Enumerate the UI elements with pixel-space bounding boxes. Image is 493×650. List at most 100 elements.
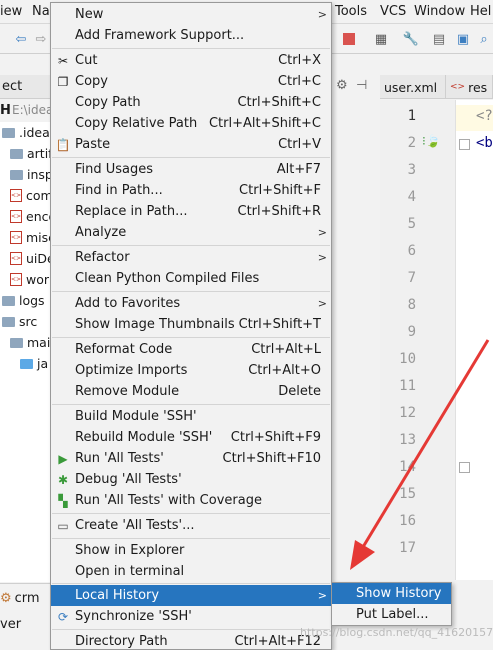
menu-item-find-in-path[interactable]: Find in Path... Ctrl+Shift+F	[51, 180, 331, 201]
search-icon[interactable]: ⌕	[475, 30, 493, 48]
menu-item-directory-path[interactable]: Directory Path Ctrl+Alt+F12	[51, 631, 331, 650]
line-number: 1	[407, 108, 416, 124]
menu-item-replace-in-path[interactable]: Replace in Path... Ctrl+Shift+R	[51, 201, 331, 222]
submenu-arrow-icon: >	[317, 251, 327, 264]
project-root[interactable]: H E:\idea	[0, 100, 53, 122]
menu-item-paste[interactable]: 📋 Paste Ctrl+V	[51, 134, 331, 155]
arrow-head	[350, 540, 375, 570]
line-number: 15	[399, 486, 416, 502]
menu-help[interactable]: Hel	[470, 4, 491, 19]
sync-icon: ⟳	[57, 609, 69, 624]
line-number: 11	[399, 378, 416, 394]
menu-separator	[52, 245, 330, 246]
line-number: 4	[407, 189, 416, 205]
back-icon[interactable]: ⇦	[12, 30, 30, 48]
menu-item-show-image-thumbnails[interactable]: Show Image Thumbnails Ctrl+Shift+T	[51, 314, 331, 335]
project-tree: .idea artifa inspe <>com <>enco <>misc <…	[0, 122, 50, 582]
structure-icon[interactable]: ▤	[430, 30, 448, 48]
menu-item-add-to-favorites[interactable]: Add to Favorites >	[51, 293, 331, 314]
code-editor[interactable]: 1 2 3 4 5 6 7 8 9 10 11 12 13 14 15 16 17 ⁝🍃 <? <b	[380, 100, 493, 580]
menu-item-synchronize[interactable]: ⟳ Synchronize 'SSH'	[51, 606, 331, 627]
line-number: 17	[399, 540, 416, 556]
menu-item-run-all-tests[interactable]: ▶ Run 'All Tests' Ctrl+Shift+F10	[51, 448, 331, 469]
menu-item-copy-relative-path[interactable]: Copy Relative Path Ctrl+Alt+Shift+C	[51, 113, 331, 134]
tree-item[interactable]: artifa	[0, 143, 50, 164]
code-line-2: <b	[476, 135, 493, 151]
project-panel-header[interactable]: ect	[0, 75, 50, 99]
xml-file-icon: <>	[10, 273, 22, 286]
folder-icon	[10, 337, 23, 348]
menu-item-add-framework-support[interactable]: Add Framework Support...	[51, 25, 331, 46]
code-line-1: <?	[476, 108, 493, 124]
tree-item[interactable]: .idea	[0, 122, 50, 143]
project-root-label: H	[0, 103, 11, 118]
menu-item-open-in-terminal[interactable]: Open in terminal	[51, 561, 331, 582]
menu-item-analyze[interactable]: Analyze >	[51, 222, 331, 243]
submenu-arrow-icon: >	[317, 589, 327, 602]
tab-crm[interactable]: ⚙ crm	[0, 588, 40, 608]
menu-item-new[interactable]: New >	[51, 4, 331, 25]
menu-item-rebuild-module[interactable]: Rebuild Module 'SSH' Ctrl+Shift+F9	[51, 427, 331, 448]
menu-item-copy-path[interactable]: Copy Path Ctrl+Shift+C	[51, 92, 331, 113]
line-number: 14	[399, 459, 416, 475]
tree-item[interactable]: <>enco	[0, 206, 50, 227]
project-header-label: ect	[2, 79, 23, 94]
debug-bug-icon: ✱	[57, 472, 69, 487]
submenu-arrow-icon: >	[317, 8, 327, 21]
xml-file-icon: <>	[10, 189, 22, 202]
menu-item-show-history[interactable]: Show History	[332, 583, 451, 604]
tree-item[interactable]: logs	[0, 290, 50, 311]
menu-vcs[interactable]: VCS	[380, 4, 406, 19]
fold-icon[interactable]	[459, 462, 470, 473]
menu-item-remove-module[interactable]: Remove Module Delete	[51, 381, 331, 402]
menu-item-local-history[interactable]: Local History >	[51, 585, 331, 606]
hide-icon[interactable]: ⊣	[356, 78, 367, 93]
menu-item-debug-all-tests[interactable]: ✱ Debug 'All Tests'	[51, 469, 331, 490]
menu-item-show-in-explorer[interactable]: Show in Explorer	[51, 540, 331, 561]
tab-server[interactable]: ver	[0, 614, 21, 634]
tree-item[interactable]: src	[0, 311, 50, 332]
tree-item[interactable]: <>misc	[0, 227, 50, 248]
wrench-icon[interactable]: 🔧	[402, 30, 420, 48]
menu-view[interactable]: iew	[0, 4, 22, 19]
menu-item-run-with-coverage[interactable]: ▚ Run 'All Tests' with Coverage	[51, 490, 331, 511]
menu-navigate[interactable]: Na	[32, 4, 50, 19]
coverage-icon: ▚	[58, 493, 68, 508]
menu-item-refactor[interactable]: Refactor >	[51, 247, 331, 268]
menu-item-create-all-tests[interactable]: ▭ Create 'All Tests'...	[51, 515, 331, 536]
run-icon: ▶	[58, 451, 68, 466]
sdk-icon[interactable]: ▣	[454, 30, 472, 48]
menu-separator	[52, 538, 330, 539]
tree-item[interactable]: inspe	[0, 164, 50, 185]
menu-item-find-usages[interactable]: Find Usages Alt+F7	[51, 159, 331, 180]
menu-item-optimize-imports[interactable]: Optimize Imports Ctrl+Alt+O	[51, 360, 331, 381]
menu-item-cut[interactable]: ✂ Cut Ctrl+X	[51, 50, 331, 71]
menu-item-reformat-code[interactable]: Reformat Code Ctrl+Alt+L	[51, 339, 331, 360]
panel-settings: ⚙ ⊣	[330, 75, 380, 99]
fold-icon[interactable]	[459, 139, 470, 150]
menu-item-copy[interactable]: ❐ Copy Ctrl+C	[51, 71, 331, 92]
bottom-tool-tabs: ⚙ crm ver	[0, 583, 50, 650]
context-menu: New > Add Framework Support... ✂ Cut Ctrl+X…	[50, 2, 332, 650]
xml-file-icon: <>	[450, 82, 466, 92]
menu-window[interactable]: Window	[414, 4, 465, 19]
tree-item[interactable]: mair	[0, 332, 50, 353]
tree-item[interactable]: <>uiDe	[0, 248, 50, 269]
menu-item-put-label[interactable]: Put Label...	[332, 604, 451, 625]
line-number: 5	[407, 216, 416, 232]
tree-item[interactable]: <> com	[0, 185, 50, 206]
xml-file-icon: <>	[10, 252, 22, 265]
menu-item-clean-python-compiled-files[interactable]: Clean Python Compiled Files	[51, 268, 331, 289]
tree-item[interactable]: ja	[0, 353, 50, 374]
build-icon[interactable]: ▦	[372, 30, 390, 48]
gear-icon[interactable]: ⚙	[336, 78, 348, 93]
folder-icon	[2, 295, 15, 306]
forward-icon[interactable]: ⇨	[32, 30, 50, 48]
menu-item-build-module[interactable]: Build Module 'SSH'	[51, 406, 331, 427]
stop-icon[interactable]	[340, 30, 358, 48]
tab-user-xml[interactable]: user.xml	[380, 75, 446, 99]
menu-tools[interactable]: Tools	[335, 4, 367, 19]
tab-resources[interactable]: <> res	[446, 75, 493, 99]
line-number: 12	[399, 405, 416, 421]
tree-item[interactable]: <>work	[0, 269, 50, 290]
